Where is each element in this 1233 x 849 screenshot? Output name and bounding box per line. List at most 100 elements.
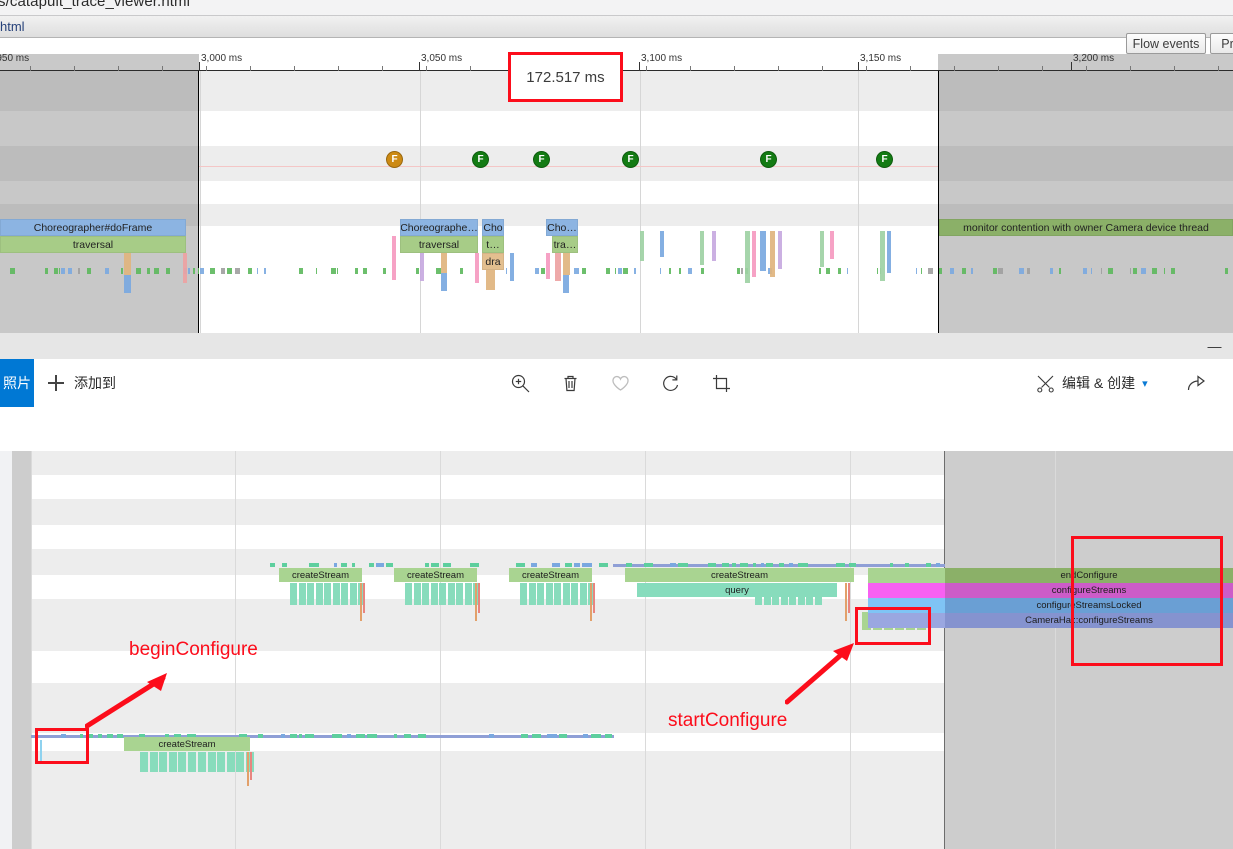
sub-slice-bar[interactable] xyxy=(187,752,196,772)
trace-slice[interactable]: tra… xyxy=(552,236,578,253)
sub-slice-bar[interactable] xyxy=(236,752,244,772)
bottom-trace-slice[interactable]: createStream xyxy=(124,737,250,751)
sub-slice-bar[interactable] xyxy=(315,583,323,605)
sub-slice-bar[interactable] xyxy=(789,583,796,605)
trace-thin-slice[interactable] xyxy=(563,253,570,275)
trace-thin-slice[interactable] xyxy=(183,253,187,283)
sub-slice-bar[interactable] xyxy=(217,752,225,772)
sub-slice-bar[interactable] xyxy=(430,583,438,605)
trace-thin-slice[interactable] xyxy=(830,231,834,259)
trace-thin-slice[interactable] xyxy=(441,253,447,273)
trace-thin-slice[interactable] xyxy=(486,270,495,290)
sub-slice-bar[interactable] xyxy=(579,583,587,605)
trace-thin-slice[interactable] xyxy=(887,231,891,273)
favorite-icon[interactable] xyxy=(596,359,644,407)
trace-thin-slice[interactable] xyxy=(712,231,716,261)
sub-slice-bar[interactable] xyxy=(456,583,463,605)
trace-thin-slice[interactable] xyxy=(760,231,766,271)
sub-slice-bar[interactable] xyxy=(528,583,536,605)
flow-events-button[interactable]: Flow events xyxy=(1126,33,1206,54)
bottom-trace-slice[interactable]: createStream xyxy=(394,568,477,582)
trace-thin-slice[interactable] xyxy=(563,275,569,293)
rotate-icon[interactable] xyxy=(647,359,695,407)
trace-slice[interactable]: traversal xyxy=(400,236,478,253)
trace-slice[interactable]: Choreographe… xyxy=(400,219,478,236)
trace-thin-slice[interactable] xyxy=(778,231,782,269)
sub-slice-bar[interactable] xyxy=(780,583,788,605)
processes-button[interactable]: Pro xyxy=(1210,33,1233,54)
bottom-trace-slice[interactable]: createStream xyxy=(509,568,592,582)
frame-marker[interactable]: F xyxy=(533,151,550,168)
frame-marker[interactable]: F xyxy=(876,151,893,168)
trace-thin-slice[interactable] xyxy=(546,253,550,279)
share-button[interactable] xyxy=(1176,359,1216,407)
trace-viewer-bottom-panel[interactable]: createStream createStream createStream crea… xyxy=(0,451,1233,849)
sub-slice-bar[interactable] xyxy=(464,583,472,605)
sub-slice-bar[interactable] xyxy=(763,583,771,605)
delete-icon[interactable] xyxy=(546,359,594,407)
sub-slice-bar[interactable] xyxy=(307,583,314,605)
frame-marker[interactable]: F xyxy=(472,151,489,168)
sub-slice-bar[interactable] xyxy=(140,752,148,772)
add-to-button[interactable]: 添加到 xyxy=(48,359,116,407)
trace-thin-slice[interactable] xyxy=(420,253,424,281)
trace-thin-slice[interactable] xyxy=(640,231,644,261)
trace-body[interactable]: F F F F F F Choreographer#doFrame traversal Chor… xyxy=(0,71,1233,344)
edit-and-create-button[interactable]: 编辑 & 创建 ▾ xyxy=(1036,359,1148,407)
sub-slice-bar[interactable] xyxy=(814,583,822,605)
sub-slice-bar[interactable] xyxy=(149,752,158,772)
sub-slice-bar[interactable] xyxy=(806,583,813,605)
sub-slice-bar[interactable] xyxy=(159,752,167,772)
trace-thin-slice[interactable] xyxy=(660,231,664,257)
bottom-panel-scroll-gutter[interactable] xyxy=(0,451,12,849)
sub-slice-bar[interactable] xyxy=(520,583,527,605)
sub-slice-bar[interactable] xyxy=(439,583,446,605)
sub-slice-bar[interactable] xyxy=(332,583,340,605)
sub-slice-bar[interactable] xyxy=(178,752,186,772)
sub-slice-bar[interactable] xyxy=(562,583,570,605)
crop-icon[interactable] xyxy=(697,359,745,407)
sub-slice-bar[interactable] xyxy=(797,583,805,605)
sub-slice-bar[interactable] xyxy=(405,583,412,605)
trace-thin-slice[interactable] xyxy=(124,275,131,293)
trace-slice[interactable]: traversal xyxy=(0,236,186,253)
sub-slice-bar[interactable] xyxy=(198,752,206,772)
trace-thin-slice[interactable] xyxy=(555,253,561,281)
trace-thin-slice[interactable] xyxy=(392,236,396,280)
trace-thin-slice[interactable] xyxy=(880,231,885,281)
trace-thin-slice[interactable] xyxy=(700,231,704,265)
sub-slice-bar[interactable] xyxy=(226,752,235,772)
trace-thin-slice[interactable] xyxy=(124,253,131,275)
sub-slice-bar[interactable] xyxy=(324,583,331,605)
bottom-trace-slice[interactable]: createStream xyxy=(625,568,854,582)
sub-slice-bar[interactable] xyxy=(349,583,357,605)
sub-slice-bar[interactable] xyxy=(298,583,306,605)
trace-slice[interactable]: Cho xyxy=(482,219,504,236)
trace-thin-slice[interactable] xyxy=(820,231,824,267)
sub-slice-bar[interactable] xyxy=(422,583,429,605)
sub-slice-bar[interactable] xyxy=(413,583,421,605)
trace-slice[interactable]: monitor contention with owner Camera dev… xyxy=(939,219,1233,236)
sub-slice-bar[interactable] xyxy=(554,583,561,605)
photos-tab[interactable]: 照片 xyxy=(0,359,34,407)
trace-thin-slice[interactable] xyxy=(510,253,514,281)
trace-thin-slice[interactable] xyxy=(770,231,775,277)
bottom-trace-slice[interactable]: createStream xyxy=(279,568,362,582)
sub-slice-bar[interactable] xyxy=(207,752,216,772)
sub-slice-bar[interactable] xyxy=(772,583,779,605)
sub-slice-bar[interactable] xyxy=(755,583,762,605)
trace-slice[interactable]: Choreographer#doFrame xyxy=(0,219,186,236)
trace-thin-slice[interactable] xyxy=(475,253,479,283)
frame-marker[interactable]: F xyxy=(386,151,403,168)
trace-thin-slice[interactable] xyxy=(752,231,756,277)
zoom-in-icon[interactable] xyxy=(496,359,544,407)
sub-slice-bar[interactable] xyxy=(290,583,297,605)
trace-slice[interactable]: Cho… xyxy=(546,219,578,236)
sub-slice-bar[interactable] xyxy=(571,583,578,605)
frame-marker[interactable]: F xyxy=(622,151,639,168)
sub-slice-bar[interactable] xyxy=(341,583,348,605)
trace-slice[interactable]: t… xyxy=(482,236,504,253)
sub-slice-bar[interactable] xyxy=(537,583,544,605)
sub-slice-bar[interactable] xyxy=(447,583,455,605)
frame-marker[interactable]: F xyxy=(760,151,777,168)
